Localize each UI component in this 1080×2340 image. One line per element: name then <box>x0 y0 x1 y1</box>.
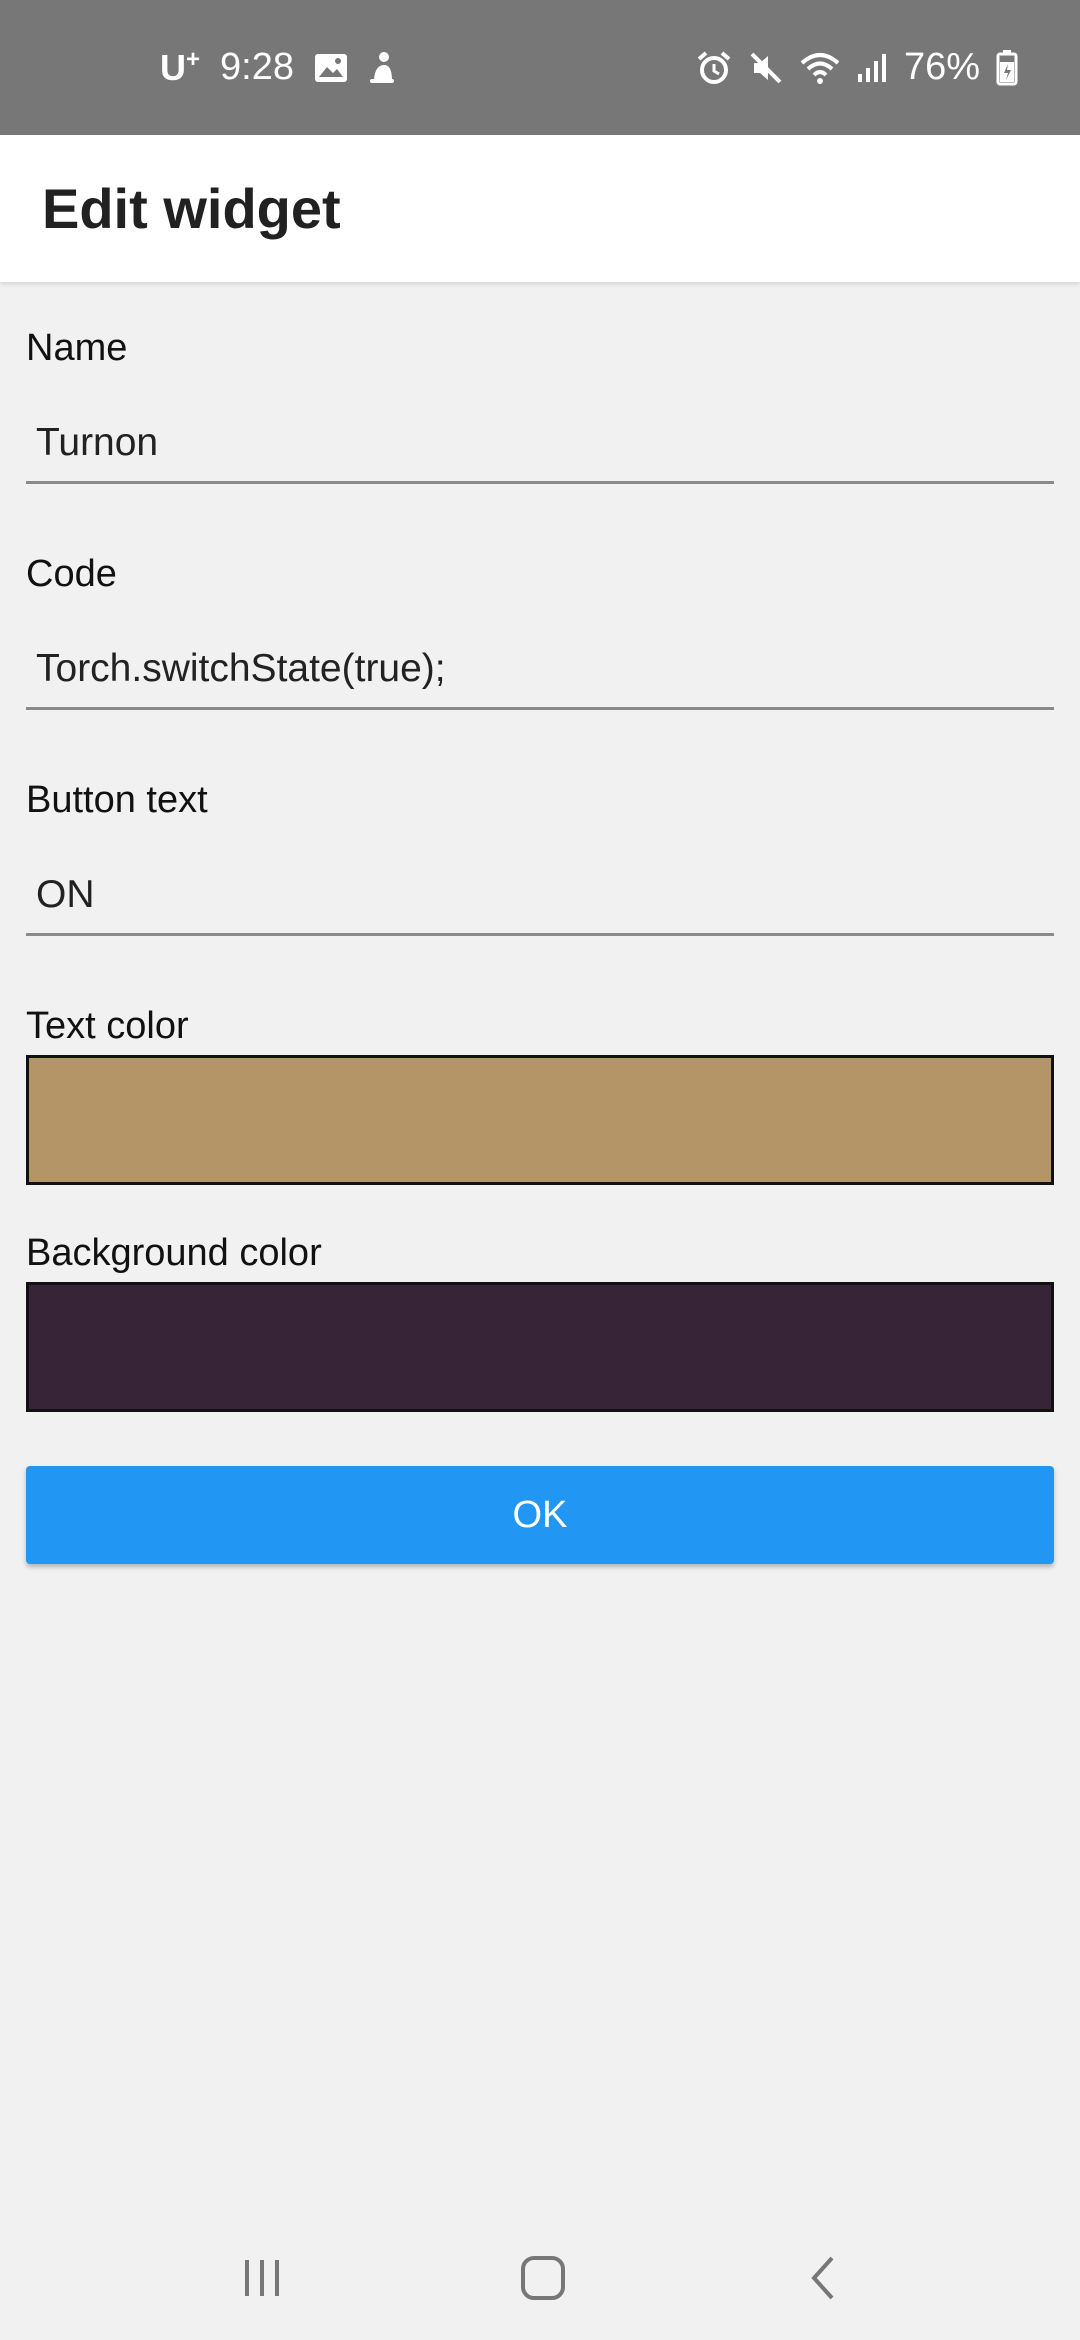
carrier-label: U+ <box>160 46 200 89</box>
status-left: U+ 9:28 <box>160 0 396 135</box>
navigation-bar <box>0 2220 1080 2340</box>
status-time: 9:28 <box>220 46 294 88</box>
notification-icon <box>368 51 396 85</box>
carrier-name: U <box>160 47 186 88</box>
code-label: Code <box>26 553 117 595</box>
alarm-icon <box>696 50 732 86</box>
page-title: Edit widget <box>42 177 341 240</box>
back-icon <box>802 2254 846 2307</box>
mute-icon <box>748 50 784 86</box>
button-text-label: Button text <box>26 779 208 821</box>
battery-icon <box>996 49 1018 86</box>
wifi-icon <box>800 51 840 85</box>
status-bar: U+ 9:28 76% <box>0 0 1080 135</box>
text-color-swatch[interactable] <box>26 1055 1054 1185</box>
background-color-swatch[interactable] <box>26 1282 1054 1412</box>
text-color-label: Text color <box>26 1005 189 1047</box>
home-button[interactable] <box>483 2220 603 2340</box>
image-icon <box>314 53 348 83</box>
app-bar: Edit widget <box>0 135 1080 282</box>
code-field[interactable] <box>26 630 1054 710</box>
carrier-sup: + <box>186 46 201 73</box>
button-text-field[interactable] <box>26 856 1054 936</box>
name-label: Name <box>26 327 128 369</box>
status-right: 76% <box>696 0 1018 135</box>
background-color-label: Background color <box>26 1232 322 1274</box>
home-icon <box>519 2254 567 2307</box>
battery-percent: 76% <box>903 46 980 88</box>
name-field[interactable] <box>26 404 1054 484</box>
signal-icon <box>856 52 888 84</box>
recent-apps-icon <box>240 2256 284 2305</box>
ok-button[interactable]: OK <box>26 1466 1054 1564</box>
recent-apps-button[interactable] <box>202 2220 322 2340</box>
back-button[interactable] <box>764 2220 884 2340</box>
